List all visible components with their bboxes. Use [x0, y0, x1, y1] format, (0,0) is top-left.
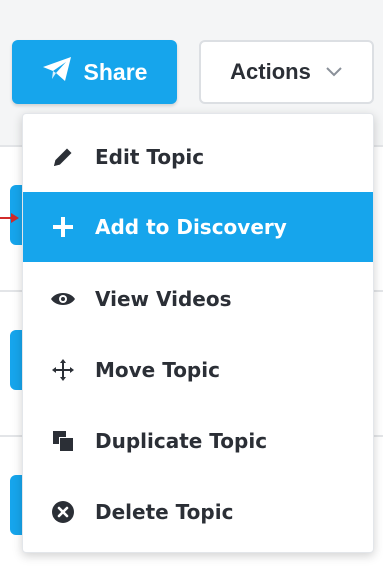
move-arrows-icon [49, 356, 77, 384]
share-button[interactable]: Share [12, 40, 177, 104]
menu-item-duplicate-topic[interactable]: Duplicate Topic [23, 406, 373, 476]
paper-plane-icon [42, 56, 72, 88]
menu-item-delete-topic[interactable]: Delete Topic [23, 477, 373, 547]
share-button-label: Share [83, 58, 148, 85]
menu-item-view-videos[interactable]: View Videos [23, 264, 373, 334]
page: Share Actions Edit Topic Add to Discover… [0, 0, 383, 575]
menu-item-label: Delete Topic [95, 500, 234, 524]
menu-item-move-topic[interactable]: Move Topic [23, 335, 373, 405]
menu-item-add-to-discovery[interactable]: Add to Discovery [23, 192, 373, 262]
plus-icon [49, 213, 77, 241]
actions-menu: Edit Topic Add to Discovery View Videos [22, 113, 374, 553]
menu-item-label: Edit Topic [95, 145, 205, 169]
menu-item-edit-topic[interactable]: Edit Topic [23, 122, 373, 192]
menu-item-label: Duplicate Topic [95, 429, 268, 453]
duplicate-icon [49, 427, 77, 455]
annotation-arrow-head [11, 213, 19, 223]
pencil-icon [49, 143, 77, 171]
menu-item-label: Move Topic [95, 358, 220, 382]
close-circle-icon [49, 498, 77, 526]
menu-item-label: Add to Discovery [95, 215, 287, 239]
actions-dropdown-button[interactable]: Actions [199, 40, 374, 104]
eye-icon [49, 285, 77, 313]
menu-item-label: View Videos [95, 287, 232, 311]
chevron-down-icon [325, 66, 343, 78]
actions-button-label: Actions [230, 59, 311, 84]
